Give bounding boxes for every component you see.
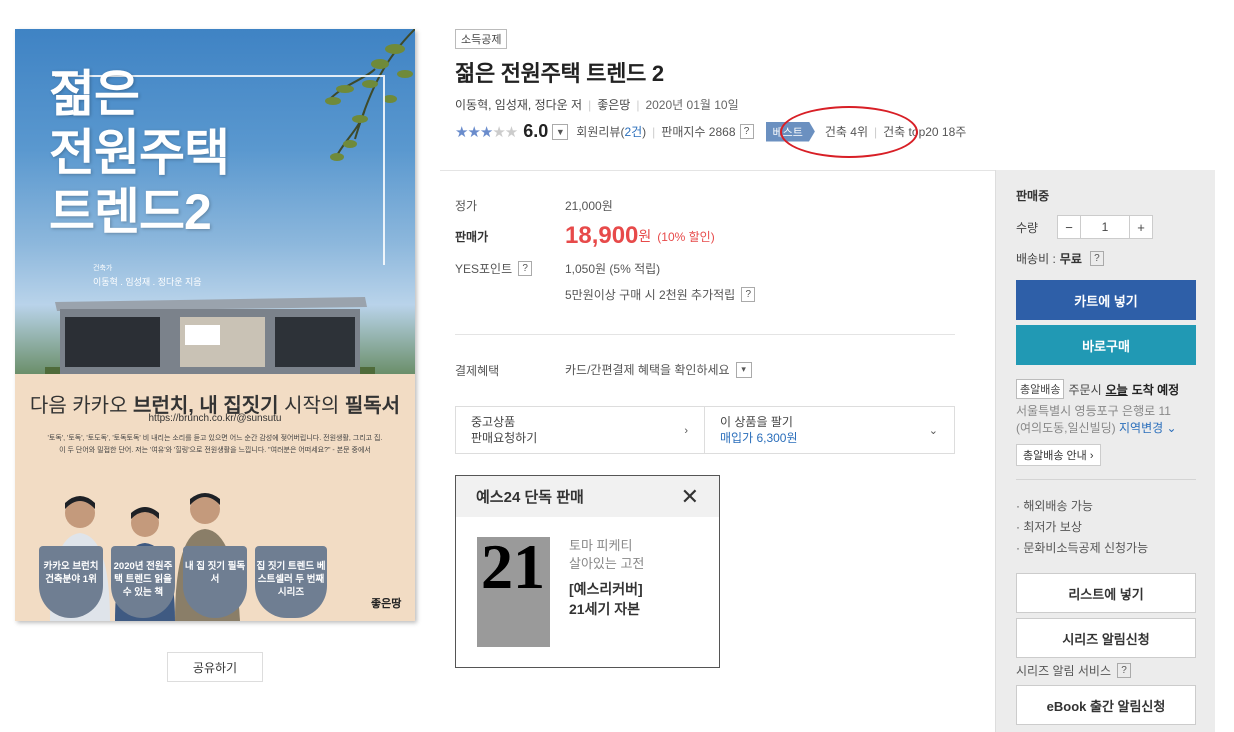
discount-rate: (10% 할인) xyxy=(657,229,715,244)
chevron-down-icon[interactable]: ▼ xyxy=(552,123,569,140)
cover-badge: 2020년 전원주택 트렌드 읽을 수 있는 책 xyxy=(111,546,175,618)
payment-benefit-label: 결제혜택 xyxy=(455,364,500,378)
divider xyxy=(455,334,955,335)
divider: | xyxy=(652,124,656,139)
exclusive-book-cover[interactable]: 21 xyxy=(477,537,550,647)
annotation-circle xyxy=(780,106,918,158)
cover-quote: '토독', '토독', '토도독', '토독토독' 비 내리는 소리를 듣고 있… xyxy=(47,435,383,454)
list-item: · 해외배송 가능 xyxy=(1016,499,1093,513)
product-title: 젊은 전원주택 트렌드 2 xyxy=(455,61,664,86)
rating-score: 6.0 xyxy=(523,121,549,141)
divider: | xyxy=(636,97,640,112)
sale-price-label: 판매가 xyxy=(455,230,489,244)
quantity-minus-button[interactable]: − xyxy=(1057,215,1081,239)
help-icon[interactable]: ? xyxy=(741,287,756,302)
quantity-input[interactable]: 1 xyxy=(1081,215,1129,239)
share-button[interactable]: 공유하기 xyxy=(167,652,263,682)
chevron-down-icon: ⌄ xyxy=(928,425,938,437)
quantity-stepper: − 1 + xyxy=(1057,215,1153,239)
cover-authors: 이동혁 . 임성재 . 정다운 지음 xyxy=(93,277,202,287)
series-alert-note: 시리즈 알림 서비스? xyxy=(1016,662,1131,679)
exclusive-book-title[interactable]: [예스리커버] 21세기 자본 xyxy=(569,579,643,619)
cover-badge: 내 집 짓기 필독서 xyxy=(183,546,247,618)
list-item: · 문화비소득공제 신청가능 xyxy=(1016,541,1149,555)
buy-now-button[interactable]: 바로구매 xyxy=(1016,325,1196,365)
list-price-value: 21,000원 xyxy=(565,199,613,213)
exclusive-box: 예스24 단독 판매 ✕ 21 토마 피케티 살아있는 고전 [예스리커버] 2… xyxy=(455,475,720,668)
shipping-fee: 배송비 : 무료 ? xyxy=(1016,250,1104,267)
star-rating-icon: ★★★★★ xyxy=(455,123,518,141)
used-goods-box: 중고상품 판매요청하기 › 이 상품을 팔기 매입가 6,300원 ⌄ xyxy=(455,406,955,454)
add-to-cart-button[interactable]: 카트에 넣기 xyxy=(1016,280,1196,320)
sale-price-value: 18,900 xyxy=(565,222,639,249)
change-region-link[interactable]: 지역변경 ⌄ xyxy=(1119,421,1177,435)
payment-benefit[interactable]: 카드/간편결제 혜택을 확인하세요 ▾ xyxy=(565,361,760,378)
add-to-list-button[interactable]: 리스트에 넣기 xyxy=(1016,573,1196,613)
ebook-alert-button[interactable]: eBook 출간 알림신청 xyxy=(1016,685,1196,725)
help-icon[interactable]: ? xyxy=(739,124,754,139)
delivery-tag: 총알배송 xyxy=(1016,379,1065,399)
sale-price-unit: 원 xyxy=(638,228,652,244)
points-label: YES포인트? xyxy=(455,260,533,277)
close-icon[interactable]: ✕ xyxy=(681,485,699,508)
benefit-list: · 해외배송 가능 · 최저가 보상 · 문화비소득공제 신청가능 xyxy=(1016,496,1148,559)
cover-badges: 카카오 브런치 건축분야 1위 2020년 전원주택 트렌드 읽을 수 있는 책… xyxy=(39,546,327,618)
purchase-panel: 판매중 수량 − 1 + 배송비 : 무료 ? 카트에 넣기 바로구매 총알배송 … xyxy=(995,170,1215,732)
publish-date: 2020년 01월 10일 xyxy=(645,98,739,112)
cover-title: 젊은 전원주택 트렌드2 xyxy=(49,66,230,240)
cover-badge: 집 짓기 트렌드 베스트셀러 두 번째 시리즈 xyxy=(255,546,327,618)
delivery-address: 서울특별시 영등포구 은행로 11 (여의도동,일신빌딩) 지역변경 ⌄ xyxy=(1016,404,1177,435)
help-icon[interactable]: ? xyxy=(1089,251,1104,266)
chevron-right-icon: › xyxy=(684,425,688,437)
points-value: 1,050원 (5% 적립) xyxy=(565,262,661,276)
cover-authors-label: 건축가 xyxy=(93,265,113,272)
cover-url: https://brunch.co.kr/@sunsutu xyxy=(148,413,282,424)
series-alert-button[interactable]: 시리즈 알림신청 xyxy=(1016,618,1196,658)
publisher-link[interactable]: 좋은땅 xyxy=(597,96,630,113)
book-cover-image[interactable]: 젊은 전원주택 트렌드2 건축가 이동혁 . 임성재 . 정다운 지음 다음 카… xyxy=(15,29,415,621)
list-item: · 최저가 보상 xyxy=(1016,520,1082,534)
divider xyxy=(1016,479,1196,480)
sale-status: 판매중 xyxy=(1016,189,1050,203)
author-link[interactable]: 이동혁, 임성재, 정다운 저 xyxy=(455,96,582,113)
delivery-guide-button[interactable]: 총알배송 안내 › xyxy=(1016,444,1101,466)
review-link[interactable]: 회원리뷰(2건) xyxy=(576,123,646,140)
cover-badge: 카카오 브런치 건축분야 1위 xyxy=(39,546,103,618)
divider xyxy=(440,170,995,171)
exclusive-header: 예스24 단독 판매 ✕ xyxy=(456,476,719,517)
sale-price: 18,900 원 (10% 할인) xyxy=(565,222,715,250)
used-request-button[interactable]: 중고상품 판매요청하기 › xyxy=(456,407,705,453)
product-meta: 이동혁, 임성재, 정다운 저 | 좋은땅 | 2020년 01월 10일 xyxy=(455,96,739,113)
exclusive-subtitle: 토마 피케티 살아있는 고전 xyxy=(569,538,645,571)
extra-points: 5만원이상 구매 시 2천원 추가적립? xyxy=(565,286,756,303)
help-icon[interactable]: ? xyxy=(518,261,533,276)
sell-item-button[interactable]: 이 상품을 팔기 매입가 6,300원 ⌄ xyxy=(705,407,954,453)
category-badge: 소득공제 xyxy=(455,29,508,49)
quantity-label: 수량 xyxy=(1016,221,1039,235)
sales-index: 판매지수 2868 xyxy=(661,125,736,139)
cover-publisher-logo: 좋은땅 xyxy=(371,598,402,610)
help-icon[interactable]: ? xyxy=(1117,663,1131,678)
chevron-down-icon[interactable]: ▾ xyxy=(735,361,752,378)
quantity-plus-button[interactable]: + xyxy=(1129,215,1153,239)
divider: | xyxy=(588,97,592,112)
delivery-estimate: 총알배송 주문시 오늘 도착 예정 xyxy=(1016,379,1179,399)
list-price-label: 정가 xyxy=(455,199,478,213)
